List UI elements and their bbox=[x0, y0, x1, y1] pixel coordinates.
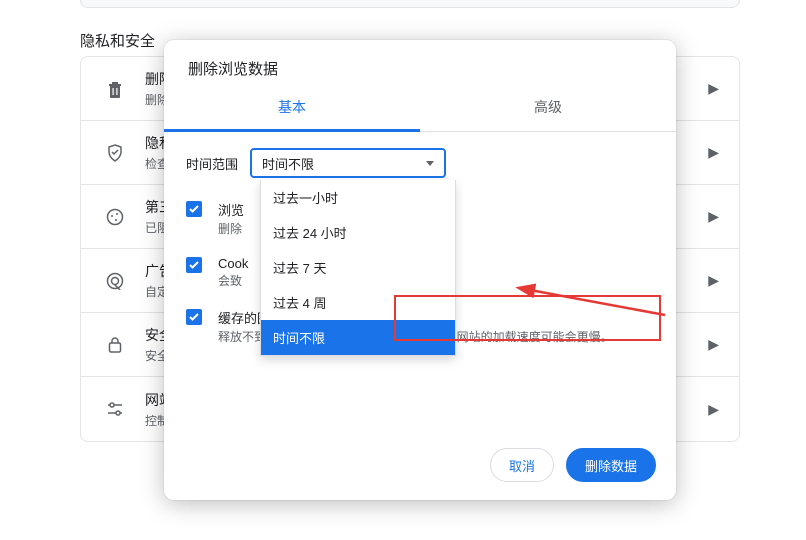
chevron-right-icon: ▶ bbox=[708, 80, 719, 97]
clear-browsing-data-dialog: 删除浏览数据 基本 高级 时间范围 时间不限 浏览 删除 bbox=[164, 40, 676, 500]
check-sub: 会致 bbox=[218, 273, 248, 290]
check-title: 浏览 bbox=[218, 200, 244, 219]
dialog-footer: 取消 删除数据 bbox=[164, 434, 676, 500]
check-sub: 删除 bbox=[218, 221, 244, 238]
chevron-right-icon: ▶ bbox=[708, 144, 719, 161]
tune-icon bbox=[101, 400, 129, 418]
checkbox-checked-icon[interactable] bbox=[186, 201, 202, 217]
section-title: 隐私和安全 bbox=[80, 30, 155, 51]
caret-down-icon bbox=[426, 161, 434, 166]
tab-advanced[interactable]: 高级 bbox=[420, 85, 676, 131]
time-range-select[interactable]: 时间不限 bbox=[250, 148, 446, 178]
time-range-dropdown: 过去一小时 过去 24 小时 过去 7 天 过去 4 周 时间不限 bbox=[260, 180, 456, 356]
dropdown-option-last-hour[interactable]: 过去一小时 bbox=[261, 180, 455, 215]
chevron-right-icon: ▶ bbox=[708, 272, 719, 289]
cookie-icon bbox=[101, 208, 129, 226]
trash-icon bbox=[101, 80, 129, 98]
dialog-tabs: 基本 高级 bbox=[164, 85, 676, 132]
dropdown-option-last-4w[interactable]: 过去 4 周 bbox=[261, 285, 455, 320]
dropdown-option-last-7d[interactable]: 过去 7 天 bbox=[261, 250, 455, 285]
checkbox-checked-icon[interactable] bbox=[186, 309, 202, 325]
tab-basic[interactable]: 基本 bbox=[164, 85, 420, 132]
time-range-label: 时间范围 bbox=[186, 154, 242, 173]
check-title: Cook bbox=[218, 256, 248, 271]
delete-data-button[interactable]: 删除数据 bbox=[566, 448, 656, 482]
shield-check-icon bbox=[101, 144, 129, 162]
dialog-content: 时间范围 时间不限 浏览 删除 bbox=[164, 132, 676, 434]
chevron-right-icon: ▶ bbox=[708, 401, 719, 418]
checkbox-checked-icon[interactable] bbox=[186, 257, 202, 273]
cancel-button[interactable]: 取消 bbox=[490, 448, 554, 482]
dropdown-option-last-24h[interactable]: 过去 24 小时 bbox=[261, 215, 455, 250]
ads-icon bbox=[101, 272, 129, 290]
time-range-value: 时间不限 bbox=[262, 154, 314, 173]
chevron-right-icon: ▶ bbox=[708, 208, 719, 225]
lock-icon bbox=[101, 336, 129, 354]
dropdown-option-all-time[interactable]: 时间不限 bbox=[261, 320, 455, 355]
chevron-right-icon: ▶ bbox=[708, 336, 719, 353]
dialog-title: 删除浏览数据 bbox=[164, 40, 676, 85]
bg-top-card bbox=[80, 0, 740, 8]
